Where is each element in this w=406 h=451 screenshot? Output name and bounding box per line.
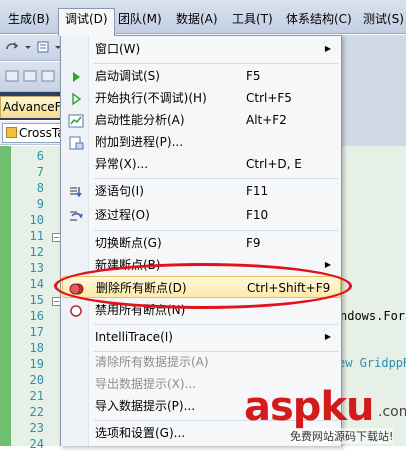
menu-build[interactable]: 生成(B)	[2, 9, 56, 29]
line-number: 13	[29, 261, 44, 275]
class-selector-label: CrossTa	[19, 126, 65, 140]
line-number: 16	[29, 309, 44, 323]
line-number: 21	[29, 389, 44, 403]
menu-item-intellitrace[interactable]: IntelliTrace(I) ▶	[62, 326, 341, 348]
menu-item-step-into[interactable]: 逐语句(I) F11	[62, 180, 341, 202]
menu-item-new-breakpoint[interactable]: 新建断点(B) ▶	[62, 254, 341, 276]
watermark-logo: aspku .com 免费网站源码下载站!	[244, 384, 406, 446]
menu-data[interactable]: 数据(A)	[170, 9, 224, 29]
toolbar-area	[340, 35, 406, 146]
menu-item-shortcut: Ctrl+Shift+F9	[247, 281, 331, 295]
submenu-arrow-icon: ▶	[324, 332, 331, 341]
align-icon[interactable]	[22, 69, 38, 84]
menu-item-label: 附加到进程(P)...	[95, 135, 184, 149]
menu-item-label: 删除所有断点(D)	[96, 281, 187, 295]
menu-item-label: 窗口(W)	[95, 42, 141, 56]
menu-item-label: 切换断点(G)	[95, 236, 162, 250]
play-icon	[68, 69, 84, 83]
menu-architecture[interactable]: 体系结构(C)	[280, 9, 358, 29]
redo-icon[interactable]	[4, 40, 20, 55]
menu-item-windows[interactable]: 窗口(W) ▶	[62, 38, 341, 60]
line-number: 8	[36, 181, 44, 195]
watermark-brand: aspku	[244, 384, 375, 430]
menu-item-start-performance-analysis[interactable]: 启动性能分析(A) Alt+F2	[62, 109, 341, 131]
navigate-icon[interactable]	[36, 40, 52, 55]
line-number: 18	[29, 341, 44, 355]
watermark-brand-part: ku	[320, 384, 374, 430]
menu-item-label: 开始执行(不调试)(H)	[95, 91, 207, 105]
menu-item-shortcut: Ctrl+D, E	[246, 157, 302, 171]
menu-item-label: 异常(X)...	[95, 157, 149, 171]
menu-item-shortcut: F9	[246, 236, 261, 250]
line-number: 10	[29, 213, 44, 227]
menu-test[interactable]: 测试(S)	[357, 9, 406, 29]
menu-item-shortcut: F10	[246, 208, 269, 222]
menu-tools[interactable]: 工具(T)	[226, 9, 279, 29]
step-into-icon	[68, 184, 84, 198]
menu-item-label: 启动调试(S)	[95, 69, 160, 83]
menu-item-label: 逐语句(I)	[95, 184, 144, 198]
menu-item-start-without-debugging[interactable]: 开始执行(不调试)(H) Ctrl+F5	[62, 87, 341, 109]
align-icon[interactable]	[4, 69, 20, 84]
menu-item-attach-to-process[interactable]: 附加到进程(P)...	[62, 131, 341, 153]
line-number: 9	[36, 197, 44, 211]
align-icon[interactable]	[40, 69, 56, 84]
menu-item-label: 清除所有数据提示(A)	[95, 355, 209, 369]
delete-breakpoints-icon	[69, 281, 85, 295]
menu-separator	[94, 63, 338, 64]
line-number: 15	[29, 293, 44, 307]
code-fragment: ndows.For	[340, 309, 406, 323]
menu-item-step-over[interactable]: 逐过程(O) F10	[62, 204, 341, 226]
watermark-subtitle: 免费网站源码下载站!	[290, 428, 394, 444]
watermark-brand-part: asp	[244, 384, 321, 430]
change-tracking-margin	[0, 146, 11, 446]
line-number: 14	[29, 277, 44, 291]
watermark-tld: .com	[378, 404, 406, 420]
line-number: 23	[29, 421, 44, 435]
submenu-arrow-icon: ▶	[324, 44, 331, 53]
menu-separator	[94, 178, 338, 179]
class-icon	[6, 127, 17, 138]
menu-separator	[94, 230, 338, 231]
disable-breakpoints-icon	[68, 303, 84, 317]
line-number: 22	[29, 405, 44, 419]
menu-item-shortcut: F11	[246, 184, 269, 198]
attach-process-icon	[68, 135, 84, 150]
line-number: 20	[29, 373, 44, 387]
menu-item-shortcut: Ctrl+F5	[246, 91, 292, 105]
menu-item-delete-all-breakpoints[interactable]: 删除所有断点(D) Ctrl+Shift+F9	[62, 276, 341, 298]
menu-debug[interactable]: 调试(D)	[58, 8, 115, 36]
line-number: 7	[36, 165, 44, 179]
menu-item-exceptions[interactable]: 异常(X)... Ctrl+D, E	[62, 153, 341, 175]
line-number: 11	[29, 229, 44, 243]
menu-item-label: 逐过程(O)	[95, 208, 150, 222]
menu-item-label: 导出数据提示(X)...	[95, 377, 197, 391]
performance-chart-icon	[68, 113, 84, 128]
line-number: 6	[36, 149, 44, 163]
menu-item-label: IntelliTrace(I)	[95, 330, 173, 344]
menu-team[interactable]: 团队(M)	[112, 9, 168, 29]
class-selector[interactable]: CrossTa	[2, 123, 68, 143]
menu-item-start-debugging[interactable]: 启动调试(S) F5	[62, 65, 341, 87]
menu-item-label: 导入数据提示(P)...	[95, 399, 196, 413]
menu-item-clear-all-datatips[interactable]: 清除所有数据提示(A)	[62, 351, 341, 373]
menu-item-toggle-breakpoint[interactable]: 切换断点(G) F9	[62, 232, 341, 254]
menu-item-label: 新建断点(B)	[95, 258, 161, 272]
menu-item-label: 选项和设置(G)...	[95, 426, 186, 440]
line-number: 19	[29, 357, 44, 371]
line-number: 17	[29, 325, 44, 339]
menu-item-label: 启动性能分析(A)	[95, 113, 185, 127]
line-number: 12	[29, 245, 44, 259]
submenu-arrow-icon: ▶	[324, 260, 331, 269]
menu-item-label: 禁用所有断点(N)	[95, 303, 186, 317]
menu-bar: 生成(B) 调试(D) 团队(M) 数据(A) 工具(T) 体系结构(C) 测试…	[0, 0, 406, 36]
menu-separator	[94, 324, 338, 325]
menu-item-disable-all-breakpoints[interactable]: 禁用所有断点(N)	[62, 299, 341, 321]
play-outline-icon	[68, 91, 84, 106]
menu-item-shortcut: F5	[246, 69, 261, 83]
code-fragment: ew GridppR	[338, 356, 406, 370]
step-over-icon	[68, 208, 84, 222]
menu-item-shortcut: Alt+F2	[246, 113, 287, 127]
line-number: 24	[29, 437, 44, 451]
